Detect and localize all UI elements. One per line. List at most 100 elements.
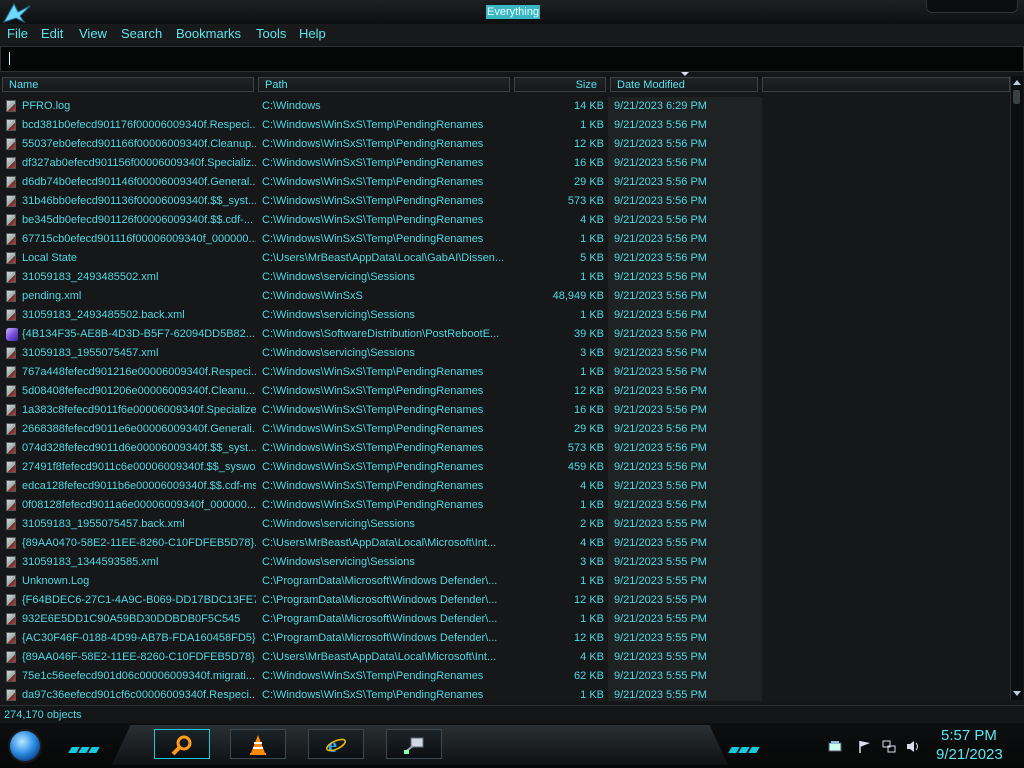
table-row[interactable]: 2668388fefecd9011e6e00006009340f.General…	[0, 420, 1010, 439]
column-header-empty[interactable]	[762, 77, 1010, 92]
file-size: 573 KB	[567, 195, 604, 207]
menu-bookmarks[interactable]: Bookmarks	[176, 26, 241, 41]
file-name: 31059183_1955075457.xml	[22, 347, 159, 359]
table-row[interactable]: 27491f8fefecd9011c6e00006009340f.$$_sysw…	[0, 458, 1010, 477]
file-date-modified: 9/21/2023 5:56 PM	[614, 366, 707, 378]
table-row[interactable]: 767a448fefecd901216e00006009340f.Respeci…	[0, 363, 1010, 382]
file-size: 1 KB	[580, 309, 604, 321]
file-size: 573 KB	[567, 442, 604, 454]
taskbar-app-everything[interactable]	[154, 729, 210, 759]
table-row[interactable]: 31059183_1344593585.xml C:\Windows\servic…	[0, 553, 1010, 572]
table-row[interactable]: bcd381b0efecd901176f00006009340f.Respeci…	[0, 116, 1010, 135]
internet-explorer-icon: e	[326, 735, 346, 756]
scroll-up-arrow-icon[interactable]	[1013, 80, 1021, 85]
scroll-down-arrow-icon[interactable]	[1013, 691, 1021, 696]
results-list[interactable]: PFRO.log C:\Windows 14 KB 9/21/2023 6:29 PM…	[0, 97, 1010, 701]
table-row[interactable]: 31b46bb0efecd901136f00006009340f.$$_syst…	[0, 192, 1010, 211]
table-row[interactable]: 31059183_2493485502.back.xml C:\Windows\s…	[0, 306, 1010, 325]
file-size: 29 KB	[574, 423, 604, 435]
file-name: 55037eb0efecd901166f00006009340f.Cleanup…	[22, 138, 256, 150]
table-row[interactable]: 0f08128fefecd9011a6e00006009340f_000000.…	[0, 496, 1010, 515]
table-row[interactable]: 31059183_1955075457.back.xml C:\Windows\s…	[0, 515, 1010, 534]
table-row[interactable]: {89AA0470-58E2-11EE-8260-C10FDFEB5D78}..…	[0, 534, 1010, 553]
taskbar-app-internet-explorer[interactable]: e	[308, 729, 364, 759]
file-date-modified: 9/21/2023 5:56 PM	[614, 480, 707, 492]
action-center-flag-icon[interactable]	[858, 740, 872, 753]
file-icon	[6, 613, 18, 626]
table-row[interactable]: edca128fefecd9011b6e00006009340f.$$.cdf-…	[0, 477, 1010, 496]
file-date-modified: 9/21/2023 5:55 PM	[614, 670, 707, 682]
file-date-modified: 9/21/2023 5:56 PM	[614, 195, 707, 207]
file-name: edca128fefecd9011b6e00006009340f.$$.cdf-…	[22, 480, 256, 492]
menu-file[interactable]: File	[7, 26, 28, 41]
file-size: 1 KB	[580, 271, 604, 283]
scroll-thumb[interactable]	[1013, 90, 1020, 104]
file-icon	[6, 480, 18, 493]
table-row[interactable]: 1a383c8fefecd9011f6e00006009340f.Special…	[0, 401, 1010, 420]
table-row[interactable]: 5d08408fefecd901206e00006009340f.Cleanu.…	[0, 382, 1010, 401]
table-row[interactable]: PFRO.log C:\Windows 14 KB 9/21/2023 6:29 PM	[0, 97, 1010, 116]
file-path: C:\Windows\WinSxS\Temp\PendingRenames	[262, 366, 484, 378]
volume-icon[interactable]	[906, 740, 920, 753]
everything-logo-icon[interactable]	[2, 2, 32, 24]
file-icon	[6, 537, 18, 550]
file-name: 31b46bb0efecd901136f00006009340f.$$_syst…	[22, 195, 256, 207]
file-size: 4 KB	[580, 214, 604, 226]
table-row[interactable]: be345db0efecd901126f00006009340f.$$.cdf-…	[0, 211, 1010, 230]
column-header-name[interactable]: Name	[2, 77, 254, 92]
window-title: Everything	[486, 5, 540, 19]
table-row[interactable]: 55037eb0efecd901166f00006009340f.Cleanup…	[0, 135, 1010, 154]
file-date-modified: 9/21/2023 5:55 PM	[614, 556, 707, 568]
file-date-modified: 9/21/2023 5:55 PM	[614, 651, 707, 663]
table-row[interactable]: {89AA046F-58E2-11EE-8260-C10FDFEB5D78}..…	[0, 648, 1010, 667]
network-drive-icon[interactable]	[828, 740, 842, 753]
window-controls[interactable]	[926, 0, 1018, 13]
table-row[interactable]: 75e1c56eefecd901d06c00006009340f.migrati…	[0, 667, 1010, 686]
file-name: pending.xml	[22, 290, 82, 302]
file-name: 31059183_1344593585.xml	[22, 556, 159, 568]
menu-edit[interactable]: Edit	[41, 26, 63, 41]
table-row[interactable]: {4B134F35-AE8B-4D3D-B5F7-62094DD5B82... C…	[0, 325, 1010, 344]
table-row[interactable]: df327ab0efecd901156f00006009340f.Special…	[0, 154, 1010, 173]
table-row[interactable]: 932E6E5DD1C90A59BD30DDBDB0F5C545 C:\Progr…	[0, 610, 1010, 629]
file-size: 4 KB	[580, 651, 604, 663]
start-button[interactable]	[8, 729, 42, 763]
file-path: C:\Windows\WinSxS\Temp\PendingRenames	[262, 461, 484, 473]
table-row[interactable]: {AC30F46F-0188-4D99-AB7B-FDA160458FD5} C:…	[0, 629, 1010, 648]
file-icon	[6, 100, 18, 113]
file-date-modified: 9/21/2023 5:56 PM	[614, 499, 707, 511]
clock-time[interactable]: 5:57 PM	[941, 727, 997, 744]
taskbar-app-network[interactable]	[386, 729, 442, 759]
table-row[interactable]: 31059183_1955075457.xml C:\Windows\servic…	[0, 344, 1010, 363]
file-path: C:\Windows\WinSxS\Temp\PendingRenames	[262, 442, 484, 454]
network-computer-icon	[404, 737, 424, 754]
vertical-scrollbar[interactable]	[1010, 76, 1023, 700]
file-icon	[6, 385, 18, 398]
taskbar-app-vlc[interactable]	[230, 729, 286, 759]
column-header-path[interactable]: Path	[258, 77, 510, 92]
table-row[interactable]: Local State C:\Users\MrBeast\AppData\Loca…	[0, 249, 1010, 268]
menu-tools[interactable]: Tools	[256, 26, 286, 41]
search-input[interactable]	[0, 46, 1024, 72]
table-row[interactable]: 074d328fefecd9011d6e00006009340f.$$_syst…	[0, 439, 1010, 458]
column-header-date-modified[interactable]: Date Modified	[610, 77, 758, 92]
text-caret	[9, 52, 10, 65]
table-row[interactable]: Unknown.Log C:\ProgramData\Microsoft\Wind…	[0, 572, 1010, 591]
table-row[interactable]: 67715cb0efecd901116f00006009340f_000000.…	[0, 230, 1010, 249]
clock-date[interactable]: 9/21/2023	[936, 746, 1003, 763]
file-date-modified: 9/21/2023 5:56 PM	[614, 138, 707, 150]
table-row[interactable]: 31059183_2493485502.xml C:\Windows\servic…	[0, 268, 1010, 287]
decor-dots-left	[68, 740, 110, 753]
table-row[interactable]: d6db74b0efecd901146f00006009340f.General…	[0, 173, 1010, 192]
menu-search[interactable]: Search	[121, 26, 162, 41]
table-row[interactable]: pending.xml C:\Windows\WinSxS 48,949 KB 9/2…	[0, 287, 1010, 306]
network-icon[interactable]	[882, 740, 896, 753]
menu-help[interactable]: Help	[299, 26, 326, 41]
table-row[interactable]: da97c36eefecd901cf6c00006009340f.Respeci…	[0, 686, 1010, 701]
column-header-size[interactable]: Size	[514, 77, 606, 92]
table-row[interactable]: {F64BDEC6-27C1-4A9C-B069-DD17BDC13FE7} C:…	[0, 591, 1010, 610]
file-size: 3 KB	[580, 347, 604, 359]
file-date-modified: 9/21/2023 5:55 PM	[614, 613, 707, 625]
decor-dots-right	[728, 740, 770, 753]
menu-view[interactable]: View	[79, 26, 107, 41]
